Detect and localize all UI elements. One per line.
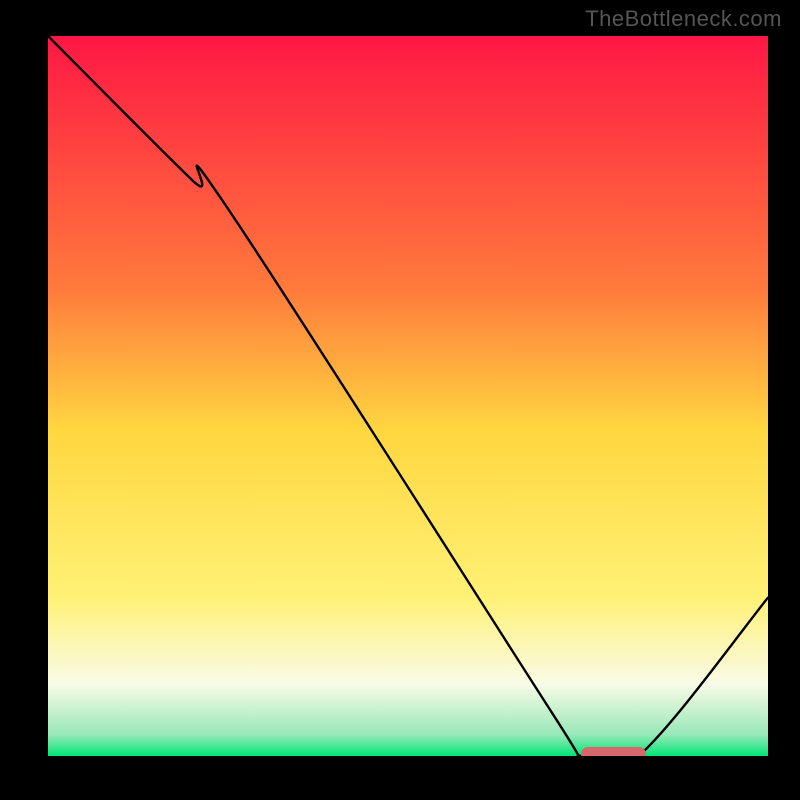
- chart-frame: TheBottleneck.com: [0, 0, 800, 800]
- optimal-range-marker: [581, 747, 646, 756]
- watermark-text: TheBottleneck.com: [585, 6, 782, 32]
- plot-area: [48, 36, 768, 756]
- bottleneck-curve: [48, 36, 768, 756]
